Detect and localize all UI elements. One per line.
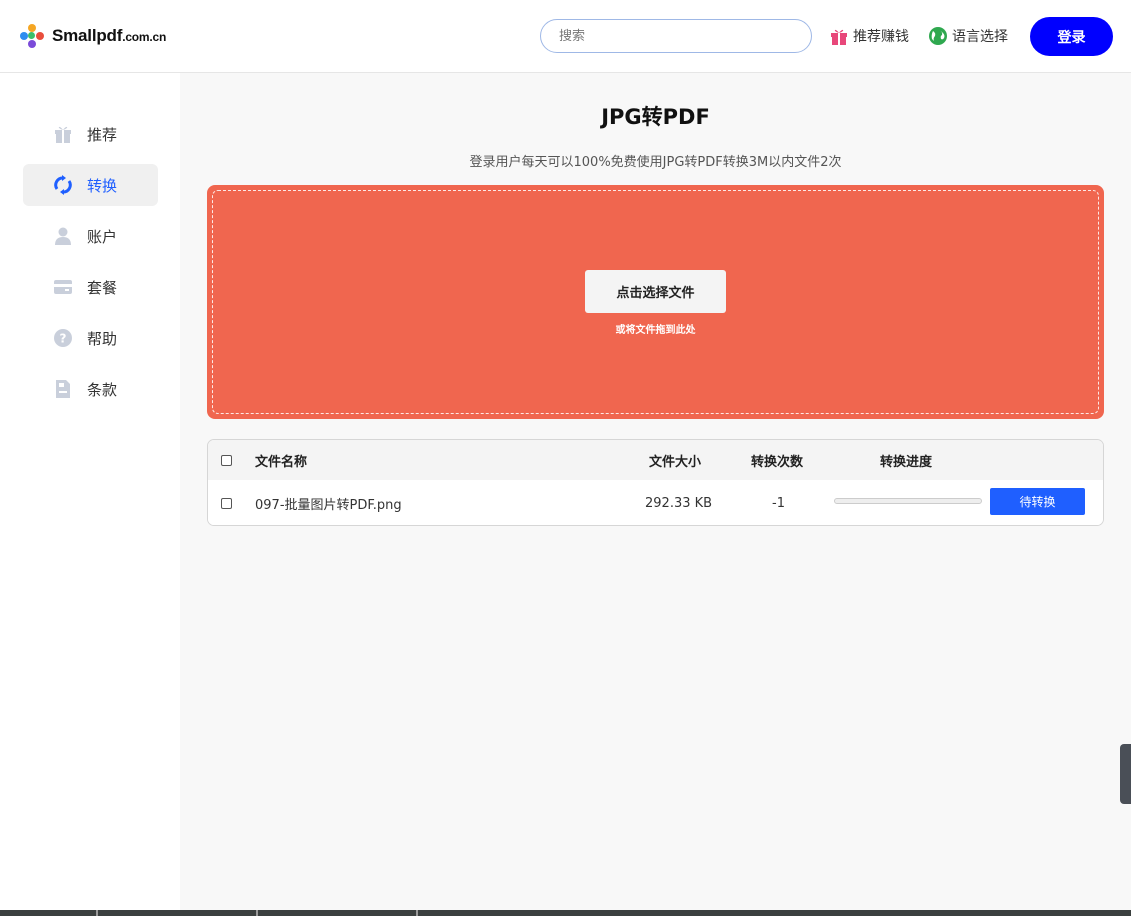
header-convert-count: 转换次数 [751, 454, 804, 470]
gift-icon [829, 26, 849, 46]
svg-text:?: ? [60, 332, 67, 346]
language-selector[interactable]: 语言选择 [928, 26, 1008, 46]
card-icon [53, 277, 73, 297]
referral-link[interactable]: 推荐赚钱 [829, 26, 909, 46]
sync-icon [53, 175, 73, 195]
page-title: JPG转PDF [601, 105, 710, 129]
sidebar-item-recommend[interactable]: 推荐 [23, 113, 158, 155]
progress-bar [834, 498, 982, 504]
sidebar-item-terms[interactable]: 条款 [23, 368, 158, 410]
header-progress: 转换进度 [880, 454, 933, 470]
file-dropzone[interactable]: 点击选择文件 或将文件拖到此处 [207, 185, 1104, 419]
search-input[interactable] [540, 19, 812, 53]
top-header: Smallpdf.com.cn 推荐赚钱 语言选择 登录 [0, 0, 1131, 73]
file-name: 097-批量图片转PDF.png [255, 497, 402, 513]
drop-hint: 或将文件拖到此处 [615, 325, 696, 336]
file-table: 文件名称 文件大小 转换次数 转换进度 097-批量图片转PDF.png 292… [207, 439, 1104, 526]
login-button[interactable]: 登录 [1030, 17, 1113, 56]
sidebar-item-convert[interactable]: 转换 [23, 164, 158, 206]
help-icon: ? [53, 328, 73, 348]
page-subtitle: 登录用户每天可以100%免费使用JPG转PDF转换3M以内文件2次 [469, 155, 842, 170]
side-widget[interactable] [1120, 744, 1131, 804]
row-checkbox[interactable] [221, 497, 232, 509]
user-icon [53, 226, 73, 246]
choose-file-button[interactable]: 点击选择文件 [585, 270, 726, 313]
gift-icon [53, 124, 73, 144]
document-icon [53, 379, 73, 399]
logo-text: Smallpdf.com.cn [52, 26, 167, 45]
convert-count: -1 [772, 495, 785, 511]
main-content: JPG转PDF 登录用户每天可以100%免费使用JPG转PDF转换3M以内文件2… [180, 73, 1131, 916]
sidebar-item-account[interactable]: 账户 [23, 215, 158, 257]
header-file-size: 文件大小 [649, 454, 702, 470]
table-header: 文件名称 文件大小 转换次数 转换进度 [208, 440, 1103, 480]
sidebar: 推荐 转换 账户 套餐 ? 帮助 条款 [0, 73, 180, 916]
pending-convert-button[interactable]: 待转换 [990, 488, 1085, 515]
header-file-name: 文件名称 [255, 454, 308, 470]
select-all-checkbox[interactable] [221, 454, 232, 466]
file-size: 292.33 KB [645, 495, 713, 511]
table-row: 097-批量图片转PDF.png 292.33 KB -1 待转换 [208, 480, 1103, 525]
sidebar-item-plans[interactable]: 套餐 [23, 266, 158, 308]
logo-icon [20, 24, 44, 48]
logo[interactable]: Smallpdf.com.cn [20, 24, 166, 48]
taskbar [0, 910, 1131, 916]
globe-icon [928, 26, 948, 46]
sidebar-item-help[interactable]: ? 帮助 [23, 317, 158, 359]
